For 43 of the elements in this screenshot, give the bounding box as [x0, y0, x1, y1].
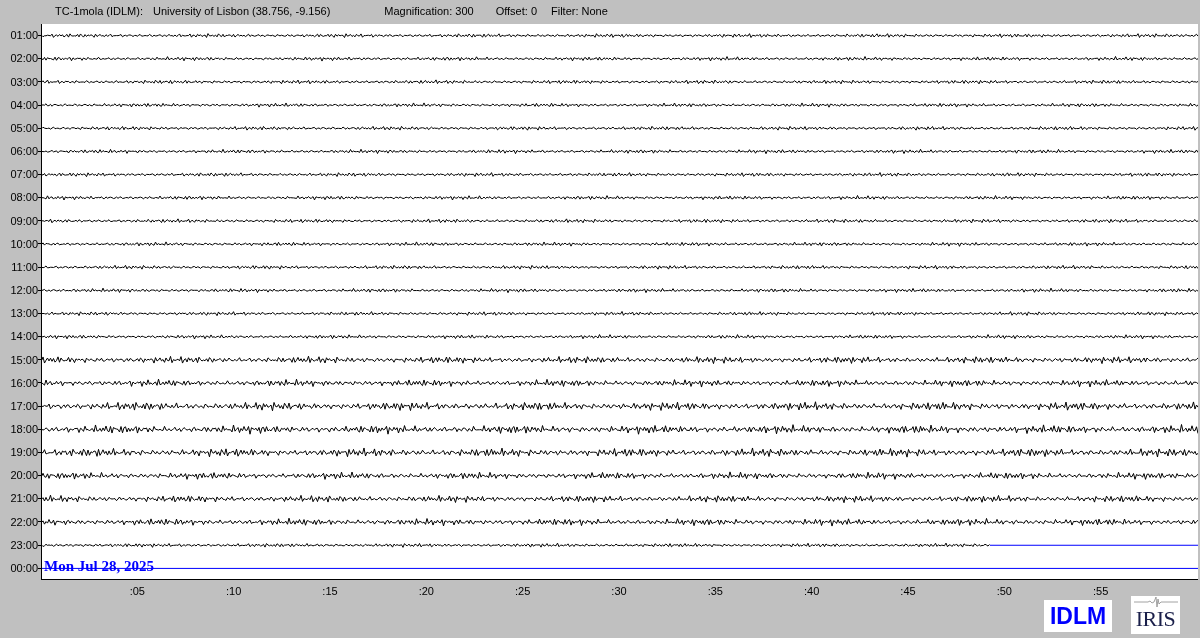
waveform-icon [1133, 596, 1178, 608]
minute-tick-label: :25 [515, 584, 531, 599]
filter-label: Filter: None [551, 3, 608, 19]
hour-label: 20:00 [10, 468, 38, 484]
hour-label: 00:00 [10, 560, 38, 576]
hour-label: 04:00 [10, 97, 38, 113]
hour-label: 02:00 [10, 51, 38, 67]
hour-label: 06:00 [10, 144, 38, 160]
hour-label: 18:00 [10, 422, 38, 437]
hour-label: 15:00 [10, 352, 38, 368]
hour-label: 11:00 [11, 259, 38, 275]
hour-label: 16:00 [10, 375, 38, 391]
hour-label: 01:00 [10, 28, 38, 44]
hour-label: 22:00 [10, 514, 38, 530]
hour-label: 07:00 [10, 167, 38, 183]
logo-text: IRIS [1135, 608, 1176, 630]
minute-tick-label: :45 [900, 584, 916, 599]
minute-tick-label: :15 [322, 584, 338, 599]
minute-tick-label: :50 [996, 584, 1012, 599]
magnification-label: Magnification: 300 [384, 3, 474, 19]
hour-label: 08:00 [10, 190, 38, 206]
hour-label: 17:00 [10, 398, 38, 414]
minute-tick-label: :40 [804, 584, 820, 599]
minute-tick-label: :30 [611, 584, 627, 599]
offset-label: Offset: 0 [495, 3, 537, 19]
minute-tick-label: :55 [1093, 584, 1109, 599]
minute-tick-label: :20 [418, 584, 434, 599]
hour-label: 19:00 [10, 445, 38, 461]
station-logo: IDLM [1044, 600, 1112, 632]
location-label: University of Lisbon (38.756, -9.156) [153, 3, 331, 19]
hour-label: 14:00 [10, 329, 38, 345]
minute-tick-label: :10 [226, 584, 242, 599]
hour-label: 05:00 [10, 120, 38, 136]
minute-tick-label: :05 [129, 584, 145, 599]
minute-tick-label: :35 [707, 584, 723, 599]
hour-label: 13:00 [10, 306, 38, 322]
hour-label: 21:00 [10, 491, 38, 507]
hour-label: 03:00 [10, 74, 38, 90]
station-label: TC-1mola (IDLM): [55, 3, 143, 19]
hour-label: 23:00 [10, 537, 38, 553]
hour-label: 09:00 [10, 213, 38, 229]
hour-label: 10:00 [10, 236, 38, 252]
hour-label: 12:00 [10, 283, 38, 299]
